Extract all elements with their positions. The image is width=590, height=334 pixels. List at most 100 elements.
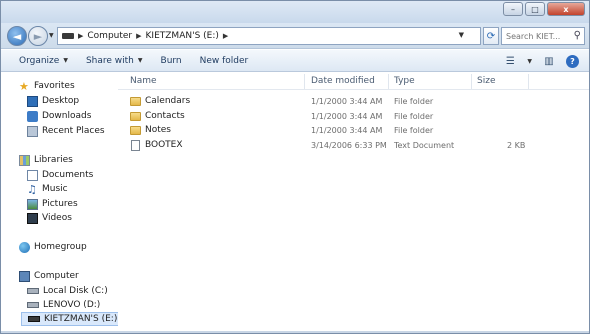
- sidebar-item-label: Recent Places: [42, 126, 105, 136]
- file-size: 2 KB: [507, 141, 526, 150]
- column-header-date-modified[interactable]: Date modified: [311, 76, 375, 86]
- breadcrumb-drive[interactable]: KIETZMAN'S (E:): [146, 31, 219, 41]
- file-name: BOOTEX: [145, 140, 183, 150]
- breadcrumb-separator[interactable]: ▶: [136, 32, 141, 40]
- homegroup-icon: [19, 241, 30, 253]
- desktop-icon: [27, 95, 38, 107]
- computer-icon: [19, 270, 30, 282]
- column-header-size[interactable]: Size: [477, 76, 495, 86]
- column-divider[interactable]: [304, 74, 305, 89]
- column-header-type[interactable]: Type: [394, 76, 415, 86]
- file-date: 3/14/2006 6:33 PM: [311, 141, 387, 150]
- title-bar: – □ x: [1, 1, 589, 23]
- file-type: File folder: [394, 112, 434, 121]
- sidebar-item-label: Pictures: [42, 199, 78, 209]
- libraries-icon: [19, 154, 30, 166]
- sidebar-computer[interactable]: Computer: [19, 269, 79, 283]
- chevron-down-icon: ▼: [137, 57, 143, 64]
- removable-drive-icon: [28, 316, 40, 322]
- search-box[interactable]: ⚲: [501, 27, 585, 45]
- forward-button[interactable]: ►: [28, 26, 48, 46]
- file-row-notes[interactable]: Notes 1/1/2000 3:44 AM File folder: [118, 124, 589, 138]
- file-name: Notes: [145, 125, 171, 135]
- file-row-bootex[interactable]: BOOTEX 3/14/2006 6:33 PM Text Document 2…: [118, 139, 589, 153]
- address-bar[interactable]: ▶ Computer ▶ KIETZMAN'S (E:) ▶ ▼: [57, 27, 481, 45]
- new-folder-label: New folder: [199, 55, 249, 66]
- sidebar-item-local-disk-c[interactable]: Local Disk (C:): [27, 284, 108, 298]
- back-button[interactable]: ◄: [7, 26, 27, 46]
- music-icon: ♫: [27, 182, 37, 196]
- file-date: 1/1/2000 3:44 AM: [311, 126, 383, 135]
- recent-pages-chevron-icon[interactable]: ▼: [49, 32, 54, 39]
- sidebar-item-label: Desktop: [42, 96, 80, 106]
- file-type: File folder: [394, 97, 434, 106]
- column-divider[interactable]: [528, 74, 529, 89]
- sidebar-item-label: KIETZMAN'S (E:): [44, 314, 118, 324]
- sidebar-item-label: Downloads: [42, 111, 92, 121]
- help-icon[interactable]: ?: [566, 54, 579, 68]
- breadcrumb-separator[interactable]: ▶: [78, 32, 83, 40]
- file-row-calendars[interactable]: Calendars 1/1/2000 3:44 AM File folder: [118, 95, 589, 109]
- share-with-button[interactable]: Share with ▼: [77, 50, 152, 72]
- file-date: 1/1/2000 3:44 AM: [311, 97, 383, 106]
- sidebar-item-recent-places[interactable]: Recent Places: [27, 124, 105, 138]
- column-header-row: Name Date modified Type Size: [118, 73, 589, 90]
- sidebar-item-label: Computer: [34, 271, 79, 281]
- close-button[interactable]: x: [547, 2, 585, 16]
- folder-icon: [130, 97, 141, 106]
- organize-button[interactable]: Organize ▼: [10, 50, 77, 72]
- sidebar-item-label: Favorites: [34, 81, 75, 91]
- address-row: ◄ ► ▼ ▶ Computer ▶ KIETZMAN'S (E:) ▶ ▼ ⟳…: [1, 23, 589, 49]
- file-type: Text Document: [394, 141, 455, 150]
- sidebar-favorites[interactable]: ★ Favorites: [19, 79, 75, 93]
- maximize-button[interactable]: □: [525, 2, 545, 16]
- folder-icon: [130, 112, 141, 121]
- sidebar-item-label: LENOVO (D:): [43, 300, 101, 310]
- sidebar-item-label: Music: [42, 184, 68, 194]
- folder-icon: [130, 126, 141, 135]
- new-folder-button[interactable]: New folder: [191, 50, 258, 72]
- sidebar-homegroup[interactable]: Homegroup: [19, 240, 87, 254]
- sidebar-item-videos[interactable]: Videos: [27, 211, 72, 225]
- view-options-icon[interactable]: ☰: [503, 54, 517, 68]
- command-bar: Organize ▼ Share with ▼ Burn New folder …: [1, 50, 589, 72]
- preview-pane-icon[interactable]: ▥: [542, 54, 556, 68]
- sidebar-item-pictures[interactable]: Pictures: [27, 197, 78, 211]
- recent-places-icon: [27, 125, 38, 137]
- minimize-button[interactable]: –: [503, 2, 523, 16]
- star-icon: ★: [19, 79, 29, 93]
- toolbar-right: ☰ ▼ ▥ ?: [503, 54, 579, 68]
- window-controls: – □ x: [503, 2, 585, 16]
- sidebar-item-kietzmans-e[interactable]: KIETZMAN'S (E:): [21, 312, 123, 326]
- window-bottom-edge: [1, 331, 589, 333]
- sidebar-item-documents[interactable]: Documents: [27, 168, 93, 182]
- search-icon[interactable]: ⚲: [574, 30, 581, 41]
- file-name: Contacts: [145, 111, 185, 121]
- search-input[interactable]: [506, 31, 570, 41]
- sidebar-item-desktop[interactable]: Desktop: [27, 94, 79, 108]
- sidebar-item-label: Homegroup: [34, 242, 87, 252]
- breadcrumb-separator[interactable]: ▶: [223, 32, 228, 40]
- sidebar-item-label: Documents: [42, 170, 94, 180]
- explorer-window: – □ x ◄ ► ▼ ▶ Computer ▶ KIETZMAN'S (E:)…: [0, 0, 590, 334]
- file-row-contacts[interactable]: Contacts 1/1/2000 3:44 AM File folder: [118, 110, 589, 124]
- sidebar-item-label: Local Disk (C:): [43, 286, 108, 296]
- column-divider[interactable]: [471, 74, 472, 89]
- address-dropdown-icon[interactable]: ▼: [459, 31, 464, 39]
- sidebar-item-label: Videos: [42, 213, 72, 223]
- column-header-name[interactable]: Name: [130, 76, 157, 86]
- sidebar-item-music[interactable]: ♫ Music: [27, 182, 68, 196]
- burn-button[interactable]: Burn: [152, 50, 191, 72]
- sidebar-libraries[interactable]: Libraries: [19, 153, 73, 167]
- sidebar-item-lenovo-d[interactable]: LENOVO (D:): [27, 298, 100, 312]
- downloads-icon: [27, 110, 38, 122]
- file-date: 1/1/2000 3:44 AM: [311, 112, 383, 121]
- documents-icon: [27, 169, 38, 181]
- refresh-button[interactable]: ⟳: [483, 27, 499, 45]
- sidebar-item-label: Libraries: [34, 155, 73, 165]
- hard-disk-icon: [27, 288, 39, 294]
- breadcrumb-computer[interactable]: Computer: [87, 31, 132, 41]
- view-options-chevron-icon[interactable]: ▼: [527, 58, 532, 65]
- sidebar-item-downloads[interactable]: Downloads: [27, 109, 91, 123]
- column-divider[interactable]: [388, 74, 389, 89]
